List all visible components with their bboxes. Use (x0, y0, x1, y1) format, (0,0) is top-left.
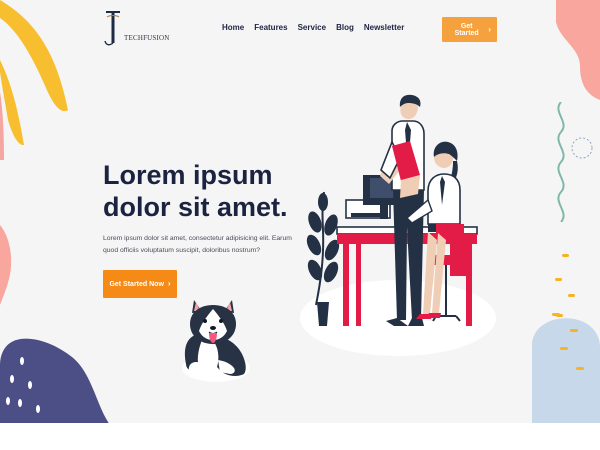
chevron-right-icon: › (167, 279, 171, 288)
page-root: TECHFUSION Home Features Service Blog Ne… (0, 0, 600, 450)
right-squiggle-decoration (557, 102, 565, 222)
logo-text: TECHFUSION (124, 34, 170, 42)
top-left-leaf-decoration (0, 0, 68, 160)
nav-item-newsletter[interactable]: Newsletter (364, 23, 404, 32)
brand-logo[interactable]: TECHFUSION (104, 8, 174, 50)
husky-dog-illustration (182, 300, 250, 382)
nav-item-blog[interactable]: Blog (336, 23, 354, 32)
chevron-right-icon: › (488, 24, 491, 34)
nav-item-home[interactable]: Home (222, 23, 244, 32)
hero-get-started-label: Get Started Now (109, 280, 164, 288)
hero-office-illustration (300, 94, 496, 356)
main-navigation: Home Features Service Blog Newsletter (222, 23, 404, 32)
logo-mark-icon (104, 11, 120, 46)
bottom-left-navy-shape (0, 338, 109, 423)
hero-section: TECHFUSION Home Features Service Blog Ne… (0, 0, 600, 423)
right-dashed-circle-decoration (571, 137, 593, 159)
hero-get-started-button[interactable]: Get Started Now › (103, 270, 177, 298)
bottom-left-pink-shape (0, 225, 12, 305)
hero-subtext: Lorem ipsum dolor sit amet, consectetur … (103, 235, 292, 254)
nav-item-service[interactable]: Service (298, 23, 326, 32)
header-get-started-button[interactable]: Get Started › (442, 17, 497, 42)
bottom-white-strip (0, 423, 600, 450)
bottom-right-blue-shape (532, 313, 600, 423)
hero-headline: Lorem ipsum dolor sit amet. (103, 160, 288, 222)
top-right-pink-shape (556, 0, 600, 100)
nav-item-features[interactable]: Features (254, 23, 287, 32)
header-get-started-label: Get Started (454, 22, 479, 37)
